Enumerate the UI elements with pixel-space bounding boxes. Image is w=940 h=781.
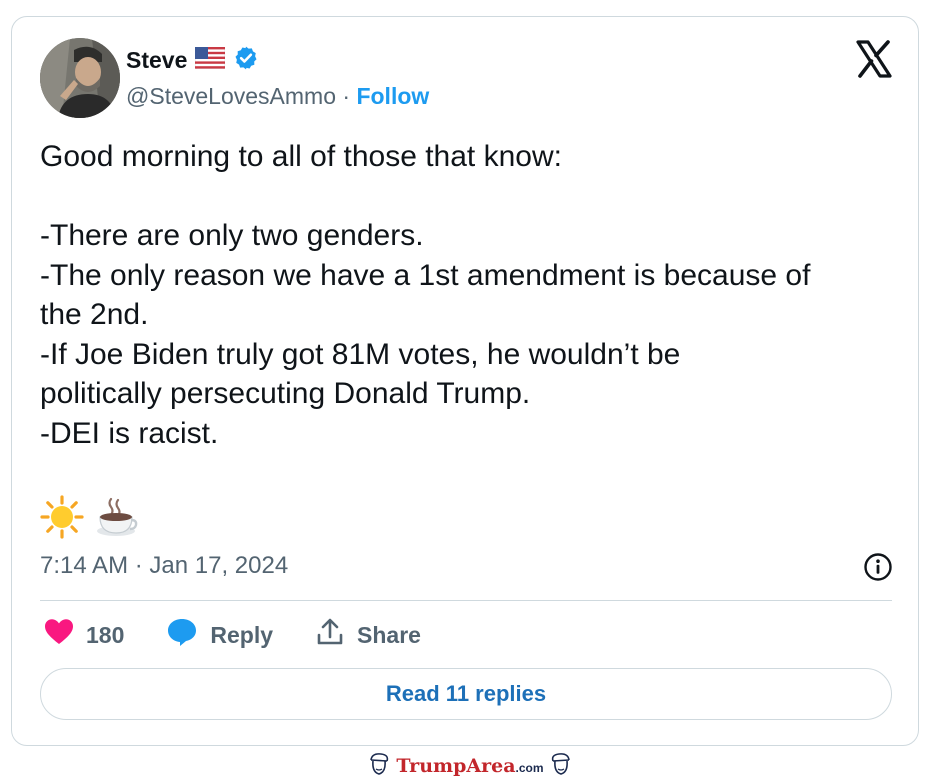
tweet-line: the 2nd. [40, 298, 149, 331]
read-replies-button[interactable]: Read 11 replies [40, 668, 892, 720]
sun-emoji-icon [40, 495, 84, 544]
follow-button[interactable]: Follow [356, 83, 429, 110]
reply-label: Reply [210, 621, 274, 648]
tweet-line: -DEI is racist. [40, 416, 219, 450]
reply-bubble-icon [166, 617, 198, 653]
author-name[interactable]: Steve [126, 47, 187, 74]
site-watermark: TrumpArea.com [0, 752, 940, 780]
hot-beverage-emoji-icon [94, 495, 138, 544]
tweet-line: -There are only two genders. [40, 219, 424, 252]
info-icon[interactable] [862, 551, 894, 583]
share-label: Share [357, 621, 421, 648]
x-logo-icon[interactable] [854, 39, 894, 79]
share-button[interactable]: Share [315, 617, 421, 653]
like-count: 180 [86, 621, 125, 648]
author-handle[interactable]: @SteveLovesAmmo [126, 83, 336, 110]
heart-icon [44, 618, 74, 652]
tweet-timestamp[interactable]: 7:14 AM · Jan 17, 2024 [40, 552, 288, 580]
tweet-line: -The only reason we have a 1st amendment… [40, 258, 811, 292]
avatar[interactable] [40, 38, 120, 118]
reply-button[interactable]: Reply [166, 617, 273, 653]
trump-face-icon [550, 752, 572, 781]
watermark-text: TrumpArea [396, 755, 516, 777]
watermark-tld: .com [515, 761, 544, 775]
us-flag-icon [195, 46, 226, 74]
like-button[interactable]: 180 [44, 618, 124, 652]
handle-row: @SteveLovesAmmo · Follow [126, 83, 429, 110]
handle-separator: · [336, 83, 357, 109]
tweet-line: -If Joe Biden truly got 81M votes, he wo… [40, 337, 681, 371]
avatar-photo [40, 38, 120, 118]
tweet-line: politically persecuting Donald Trump. [40, 377, 531, 410]
tweet-card: Steve @SteveLovesAmmo · Follow Good morn… [11, 16, 919, 746]
emoji-row [40, 495, 138, 544]
verified-badge-icon [233, 45, 259, 76]
share-upload-icon [315, 617, 345, 653]
divider [40, 600, 892, 601]
tweet-text: Good morning to all of those that know: … [40, 137, 900, 453]
tweet-line: Good morning to all of those that know: [40, 140, 562, 173]
trump-face-icon [368, 752, 390, 781]
action-bar: 180 Reply Share [44, 617, 421, 653]
author-name-row: Steve [126, 45, 259, 76]
